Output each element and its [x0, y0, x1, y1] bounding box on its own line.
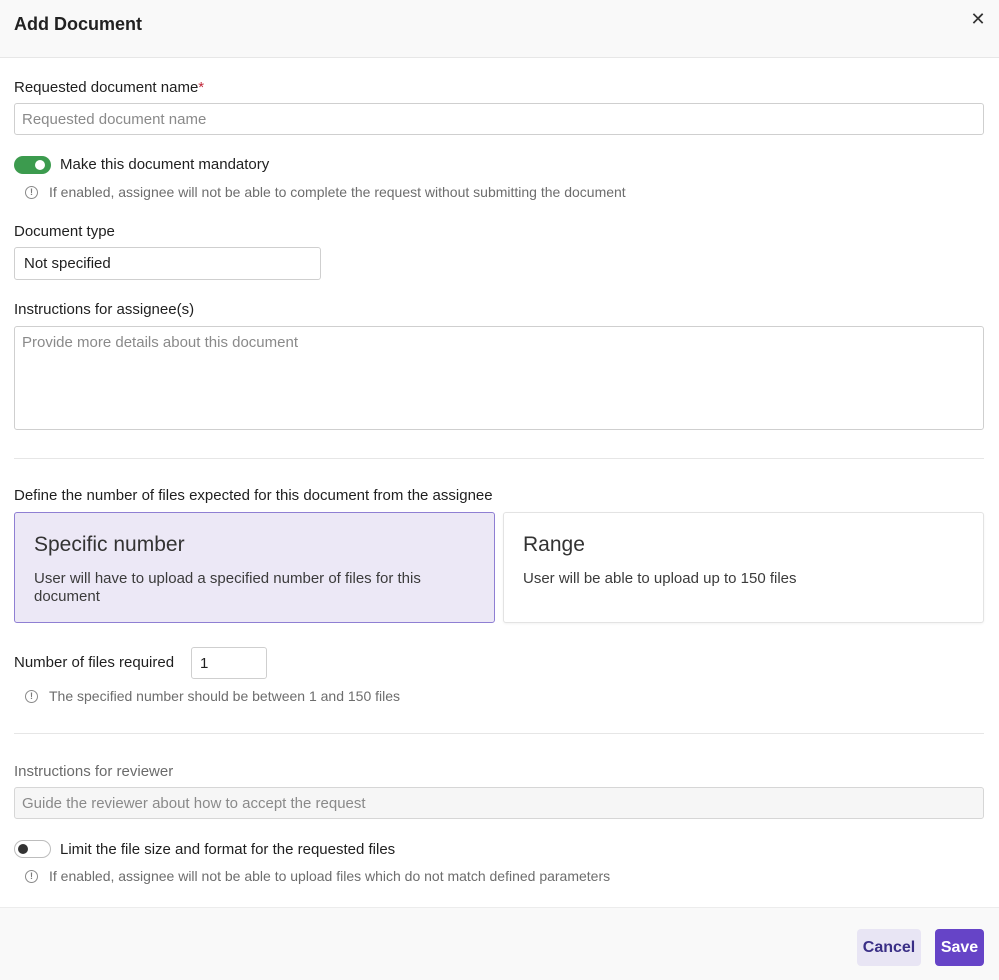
doc-name-input[interactable]: [14, 103, 984, 135]
cancel-button[interactable]: Cancel: [857, 929, 921, 966]
toggle-knob: [35, 160, 45, 170]
reviewer-label: Instructions for reviewer: [14, 763, 174, 780]
dialog-header: Add Document ✕: [0, 0, 999, 58]
option-specific-number[interactable]: Specific number User will have to upload…: [14, 512, 495, 623]
mandatory-hint-text: If enabled, assignee will not be able to…: [49, 184, 626, 200]
reviewer-input[interactable]: [14, 787, 984, 819]
limit-hint: ! If enabled, assignee will not be able …: [25, 868, 610, 884]
doc-name-label: Requested document name*: [14, 79, 204, 96]
option-desc: User will be able to upload up to 150 fi…: [523, 570, 797, 587]
instructions-textarea[interactable]: [14, 326, 984, 430]
files-count-hint: ! The specified number should be between…: [25, 688, 400, 704]
info-icon: !: [25, 869, 38, 883]
limit-label: Limit the file size and format for the r…: [60, 841, 396, 858]
save-button[interactable]: Save: [935, 929, 984, 966]
doc-name-label-text: Requested document name: [14, 79, 199, 96]
toggle-knob: [18, 844, 28, 854]
info-icon: !: [25, 185, 38, 199]
doc-type-select[interactable]: Not specified: [14, 247, 321, 280]
section-divider: [14, 733, 984, 734]
files-count-input[interactable]: [191, 647, 267, 679]
option-desc: User will have to upload a specified num…: [34, 570, 421, 605]
doc-type-label: Document type: [14, 223, 115, 240]
mandatory-label: Make this document mandatory: [60, 156, 270, 173]
option-title: Range: [523, 533, 585, 556]
add-document-dialog: Add Document ✕ Requested document name* …: [0, 0, 999, 980]
limit-toggle[interactable]: [14, 840, 51, 858]
dialog-title: Add Document: [14, 14, 142, 34]
doc-type-value: Not specified: [24, 255, 111, 272]
files-count-label: Number of files required: [14, 654, 175, 671]
info-icon: !: [25, 689, 38, 703]
files-count-hint-text: The specified number should be between 1…: [49, 688, 401, 704]
files-section-label: Define the number of files expected for …: [14, 487, 493, 504]
mandatory-toggle[interactable]: [14, 156, 51, 174]
instructions-label: Instructions for assignee(s): [14, 301, 195, 318]
option-range[interactable]: Range User will be able to upload up to …: [503, 512, 984, 623]
dialog-footer: Cancel Save: [0, 907, 999, 980]
limit-hint-text: If enabled, assignee will not be able to…: [49, 868, 611, 884]
option-title: Specific number: [34, 533, 185, 556]
mandatory-hint: ! If enabled, assignee will not be able …: [25, 184, 626, 200]
required-asterisk: *: [198, 79, 205, 96]
section-divider: [14, 458, 984, 459]
close-icon[interactable]: ✕: [967, 8, 989, 30]
